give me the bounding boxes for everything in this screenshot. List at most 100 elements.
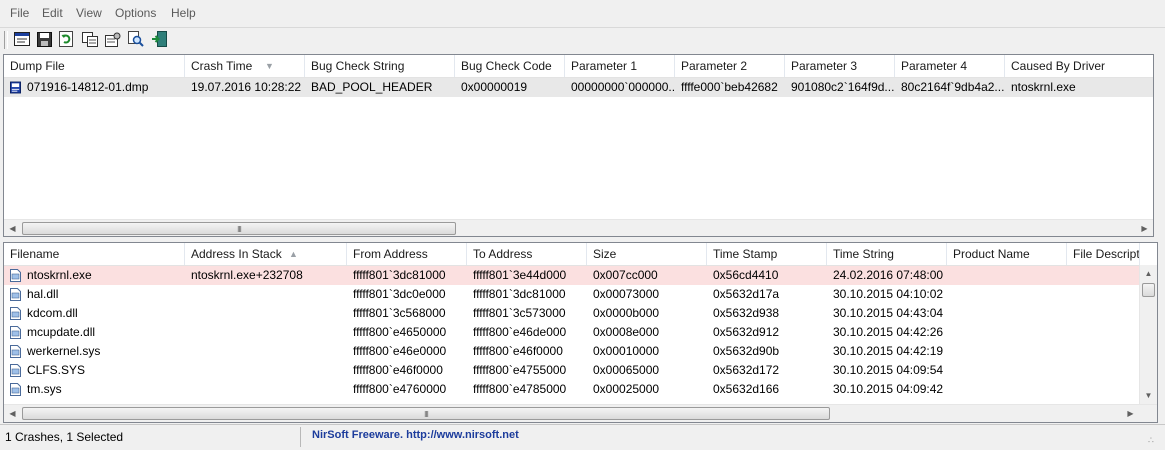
crash-list-header: Dump File Crash Time ▼ Bug Check String … — [4, 55, 1153, 78]
menu-edit[interactable]: Edit — [42, 6, 63, 20]
col-time-string[interactable]: Time String — [827, 243, 947, 265]
col-parameter-1[interactable]: Parameter 1 — [565, 55, 675, 77]
driver-filename: mcupdate.dll — [27, 325, 96, 339]
html-report-button[interactable] — [13, 30, 31, 48]
cell-from-address: fffff800`e4650000 — [353, 325, 447, 339]
cell-address-in-stack — [185, 285, 347, 304]
cell-filename: hal.dll — [4, 285, 185, 304]
col-parameter-2[interactable]: Parameter 2 — [675, 55, 785, 77]
col-filename[interactable]: Filename — [4, 243, 185, 265]
cell-product-name — [947, 342, 1067, 361]
size-grip-icon[interactable]: ∴ — [1148, 435, 1154, 446]
cell-product-name — [947, 266, 1067, 285]
col-time-stamp[interactable]: Time Stamp — [707, 243, 827, 265]
col-dump-file[interactable]: Dump File — [4, 55, 185, 77]
status-divider — [300, 427, 301, 447]
crash-list-hscroll-thumb[interactable]: III — [22, 222, 456, 235]
driver-filename: werkernel.sys — [27, 344, 101, 358]
driver-list-vscroll-thumb[interactable] — [1142, 283, 1155, 297]
cell-to-address: fffff801`3c573000 — [473, 306, 566, 320]
cell-parameter-4: 80c2164f`9db4a2... — [901, 80, 1005, 94]
cell-time-string: 30.10.2015 04:42:19 — [833, 344, 944, 358]
cell-address-in-stack — [185, 323, 347, 342]
exit-button[interactable] — [150, 30, 168, 48]
col-size[interactable]: Size — [587, 243, 707, 265]
cell-bug-check-code: 0x00000019 — [461, 80, 528, 94]
scroll-right-icon[interactable]: ▶ — [1136, 220, 1153, 236]
crash-list-hscrollbar[interactable]: ◀ III ▶ — [4, 219, 1153, 236]
col-bug-check-code[interactable]: Bug Check Code — [455, 55, 565, 77]
save-button[interactable] — [35, 30, 53, 48]
col-parameter-3[interactable]: Parameter 3 — [785, 55, 895, 77]
cell-address-in-stack — [185, 304, 347, 323]
cell-filename: kdcom.dll — [4, 304, 185, 323]
cell-time-stamp: 0x5632d938 — [713, 306, 780, 320]
cell-caused-by-driver: ntoskrnl.exe — [1011, 80, 1076, 94]
driver-row[interactable]: CLFS.SYS fffff800`e46f0000 fffff800`e47550… — [4, 361, 1139, 380]
driver-row[interactable]: werkernel.sys fffff800`e46e0000 fffff800`e… — [4, 342, 1139, 361]
driver-list-vscrollbar[interactable]: ▲ ▼ — [1139, 265, 1157, 404]
col-file-description[interactable]: File Descript — [1067, 243, 1140, 265]
driver-row[interactable]: kdcom.dll fffff801`3c568000 fffff801`3c573… — [4, 304, 1139, 323]
find-button[interactable] — [127, 30, 145, 48]
cell-to-address: fffff801`3dc81000 — [473, 287, 566, 301]
status-selection: 1 Crashes, 1 Selected — [5, 430, 124, 444]
crash-list: Dump File Crash Time ▼ Bug Check String … — [3, 54, 1154, 237]
cell-file-description — [1067, 285, 1140, 304]
driver-filename: kdcom.dll — [27, 306, 78, 320]
cell-crash-time: 19.07.2016 10:28:22 — [191, 80, 302, 94]
driver-filename: hal.dll — [27, 287, 59, 301]
copy-button[interactable] — [81, 30, 99, 48]
driver-filename: CLFS.SYS — [27, 363, 86, 377]
dump-file-name: 071916-14812-01.dmp — [27, 80, 149, 94]
col-bug-check-string[interactable]: Bug Check String — [305, 55, 455, 77]
cell-product-name — [947, 361, 1067, 380]
cell-time-string: 30.10.2015 04:10:02 — [833, 287, 944, 301]
scroll-left-icon[interactable]: ◀ — [4, 405, 21, 422]
col-parameter-4[interactable]: Parameter 4 — [895, 55, 1005, 77]
cell-time-stamp: 0x5632d90b — [713, 344, 780, 358]
col-address-in-stack[interactable]: Address In Stack ▲ — [185, 243, 347, 265]
col-from-address[interactable]: From Address — [347, 243, 467, 265]
cell-time-stamp: 0x5632d172 — [713, 363, 780, 377]
menu-help[interactable]: Help — [171, 6, 196, 20]
refresh-button[interactable] — [57, 30, 75, 48]
dump-file-icon — [10, 81, 21, 94]
driver-list-hscroll-thumb[interactable]: III — [22, 407, 830, 420]
menu-options[interactable]: Options — [115, 6, 156, 20]
driver-list-header: Filename Address In Stack ▲ From Address… — [4, 243, 1157, 266]
scroll-down-icon[interactable]: ▼ — [1140, 387, 1157, 404]
col-product-name[interactable]: Product Name — [947, 243, 1067, 265]
properties-button[interactable] — [104, 30, 122, 48]
menu-file[interactable]: File — [10, 6, 29, 20]
driver-file-icon — [10, 364, 21, 377]
cell-size: 0x0008e000 — [593, 325, 660, 339]
driver-row[interactable]: mcupdate.dll fffff800`e4650000 fffff800`e4… — [4, 323, 1139, 342]
cell-to-address: fffff800`e4755000 — [473, 363, 567, 377]
cell-time-stamp: 0x5632d912 — [713, 325, 780, 339]
scroll-right-icon[interactable]: ▶ — [1122, 405, 1139, 422]
crash-row[interactable]: 071916-14812-01.dmp 19.07.2016 10:28:22 … — [4, 78, 1153, 97]
cell-size: 0x007cc000 — [593, 268, 658, 282]
col-to-address[interactable]: To Address — [467, 243, 587, 265]
driver-row[interactable]: tm.sys fffff800`e4760000 fffff800`e4785000… — [4, 380, 1139, 399]
driver-row[interactable]: ntoskrnl.exe ntoskrnl.exe+232708 fffff801`… — [4, 266, 1139, 285]
cell-file-description — [1067, 380, 1140, 399]
driver-row[interactable]: hal.dll fffff801`3dc0e000 fffff801`3dc8100… — [4, 285, 1139, 304]
cell-file-description — [1067, 361, 1140, 380]
cell-parameter-1: 00000000`000000... — [571, 80, 675, 94]
scroll-up-icon[interactable]: ▲ — [1140, 265, 1157, 282]
driver-list-hscrollbar[interactable]: ◀ III ▶ — [4, 404, 1157, 422]
driver-list: Filename Address In Stack ▲ From Address… — [3, 242, 1158, 423]
col-caused-by-driver[interactable]: Caused By Driver — [1005, 55, 1153, 77]
nirsoft-link[interactable]: NirSoft Freeware. http://www.nirsoft.net — [312, 429, 519, 441]
cell-time-stamp: 0x5632d17a — [713, 287, 780, 301]
cell-size: 0x00065000 — [593, 363, 660, 377]
scroll-left-icon[interactable]: ◀ — [4, 220, 21, 236]
cell-bug-check-string: BAD_POOL_HEADER — [311, 80, 433, 94]
col-crash-time[interactable]: Crash Time ▼ — [185, 55, 305, 77]
cell-filename: ntoskrnl.exe — [4, 266, 185, 285]
cell-size: 0x00025000 — [593, 382, 660, 396]
cell-to-address: fffff800`e4785000 — [473, 382, 567, 396]
menu-view[interactable]: View — [76, 6, 102, 20]
